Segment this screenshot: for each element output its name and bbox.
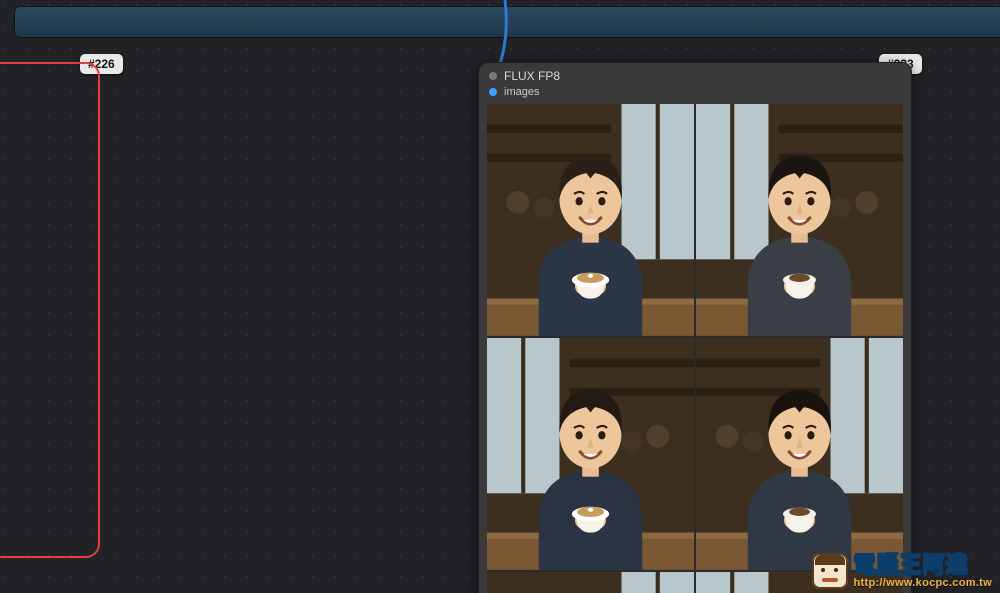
node-header[interactable]: FLUX FP8 xyxy=(479,63,911,85)
node-title: FLUX FP8 xyxy=(504,69,560,83)
image-grid xyxy=(487,104,903,593)
offscreen-node-outline[interactable] xyxy=(0,62,100,558)
output-image-4[interactable] xyxy=(696,338,903,570)
output-image-6[interactable] xyxy=(696,572,903,593)
image-preview-node[interactable]: FLUX FP8 images xyxy=(478,62,912,593)
node-input-label: images xyxy=(504,86,539,98)
input-socket-icon[interactable] xyxy=(489,88,497,96)
output-image-5[interactable] xyxy=(487,572,694,593)
node-input-row[interactable]: images xyxy=(479,85,911,104)
group-tab-bar[interactable] xyxy=(14,6,1000,38)
output-image-1[interactable] xyxy=(487,104,694,336)
output-image-2[interactable] xyxy=(696,104,903,336)
node-status-dot xyxy=(489,72,497,80)
output-image-3[interactable] xyxy=(487,338,694,570)
